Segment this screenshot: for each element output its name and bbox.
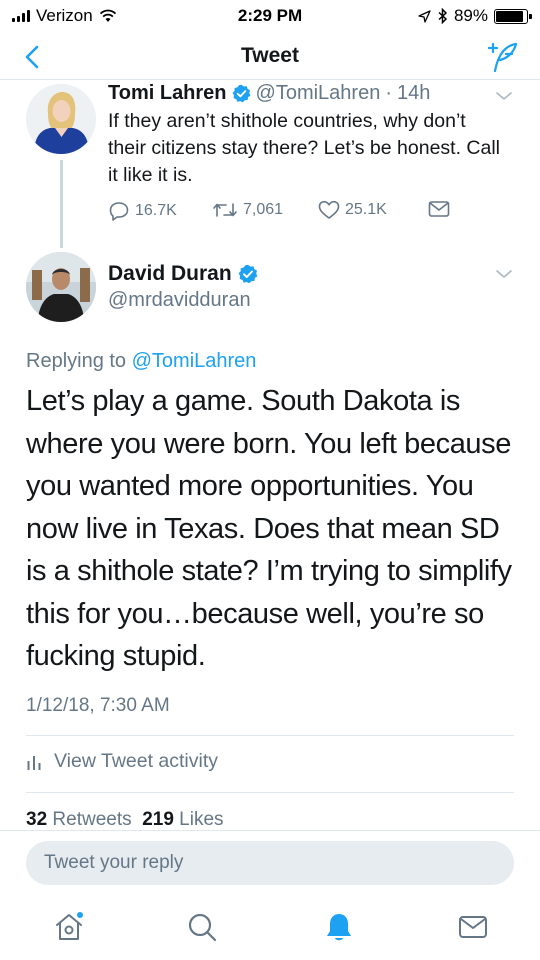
reply-count: 16.7K [135,202,177,219]
retweet-count: 7,061 [243,201,284,218]
verified-badge-icon [238,264,258,284]
parent-tweet[interactable]: Tomi Lahren @TomiLahren · 14h If they ar… [0,80,540,240]
heart-icon [318,200,340,219]
reply-bar: Tweet your reply [0,830,540,892]
tweet-age: 14h [397,82,431,104]
bell-icon[interactable] [322,910,356,944]
battery-level-fill [496,10,523,22]
status-right-group: 89% [418,6,532,26]
page-title: Tweet [241,44,299,67]
avatar-image [26,252,96,322]
tweet-header: David Duran [108,262,258,286]
retweet-total[interactable]: 32 [26,809,47,830]
like-total[interactable]: 219 [142,809,174,830]
verified-badge-icon [232,84,250,103]
chevron-down-icon[interactable] [494,268,514,280]
reply-action[interactable]: 16.7K [108,200,177,222]
author-handle[interactable]: @mrdavidduran [108,289,251,312]
tweet-timestamp: 1/12/18, 7:30 AM [26,695,170,716]
engagement-stats: 32 Retweets 219 Likes [26,809,224,831]
bluetooth-icon [438,8,448,24]
like-count: 25.1K [345,201,387,218]
reply-input[interactable]: Tweet your reply [26,841,514,885]
search-icon[interactable] [185,910,219,944]
divider [26,735,514,736]
battery-percent: 89% [453,6,488,25]
avatar[interactable] [26,84,96,154]
navigation-bar: Tweet [0,34,540,80]
author-name[interactable]: David Duran [108,262,232,286]
reply-icon [109,202,129,221]
chevron-down-icon[interactable] [494,90,514,102]
view-tweet-activity[interactable]: View Tweet activity [26,750,218,773]
separator-dot: · [385,82,393,104]
tweet-text: Let’s play a game. South Dakota is where… [26,385,512,672]
like-label[interactable]: Likes [179,809,223,830]
tweet-text: If they aren’t shithole countries, why d… [108,110,501,186]
tweet-actions: 16.7K 7,061 25.1K [108,200,468,226]
direct-message-action[interactable] [428,200,450,218]
retweet-icon [213,203,237,217]
divider [26,792,514,793]
avatar[interactable] [26,252,96,322]
retweet-action[interactable]: 7,061 [212,200,283,220]
avatar-image [26,84,96,154]
envelope-icon [428,201,450,217]
thread-connector [60,160,63,248]
compose-tweet-icon[interactable] [486,40,520,74]
replying-to: Replying to @TomiLahren [26,350,256,373]
author-name[interactable]: Tomi Lahren [108,82,227,105]
tab-bar [0,892,540,960]
activity-label: View Tweet activity [54,750,219,772]
status-bar: Verizon 2:29 PM 89% [0,0,540,34]
author-handle[interactable]: @TomiLahren [256,82,381,105]
mail-icon[interactable] [456,910,490,944]
location-arrow-icon [418,9,431,23]
retweet-label[interactable]: Retweets [52,809,131,830]
battery-icon [494,8,532,24]
bar-chart-icon [27,755,41,770]
replying-prefix: Replying to [26,350,127,372]
home-icon[interactable] [52,910,86,944]
like-action[interactable]: 25.1K [318,200,387,220]
tweet-header: Tomi Lahren @TomiLahren · 14h [108,82,430,105]
replying-to-link[interactable]: @TomiLahren [132,350,257,372]
